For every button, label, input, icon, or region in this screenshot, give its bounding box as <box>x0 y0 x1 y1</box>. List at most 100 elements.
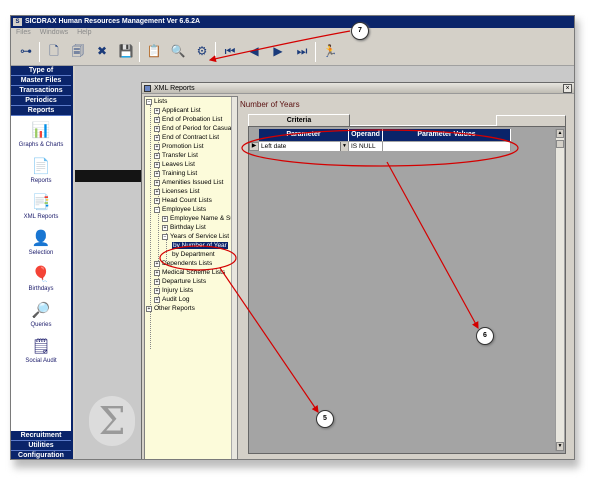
first-icon[interactable]: ⏮ <box>221 42 239 60</box>
nav-item-label: Selection <box>28 250 54 256</box>
sigma-logo: Σ <box>89 396 135 446</box>
tree-node-lists[interactable]: − Lists <box>146 97 167 106</box>
nav-xml-reports[interactable]: 📑 XML Reports <box>11 192 71 228</box>
xml-reports-window: XML Reports × − Lists + Applicant List + En… <box>141 82 574 459</box>
close-icon[interactable]: × <box>563 84 572 93</box>
nav-configuration[interactable]: Configuration <box>11 451 71 459</box>
report-icon: 📄 <box>31 158 51 175</box>
tree-node[interactable]: + End of Probation List <box>154 115 222 124</box>
tree-scrollbar[interactable] <box>231 97 237 459</box>
selection-icon: 👤 <box>31 230 51 247</box>
nav-type-of[interactable]: Type of <box>11 66 71 76</box>
scroll-down-icon[interactable]: ▼ <box>556 442 564 451</box>
save-icon[interactable]: 💾 <box>117 42 135 60</box>
table-row[interactable]: Left date ▼ IS NULL <box>259 142 511 151</box>
callout-6: 6 <box>476 327 494 345</box>
toolbar-separator <box>39 42 40 62</box>
app-s-icon: S <box>13 18 22 26</box>
chart-icon: 📊 <box>31 122 51 139</box>
nav-queries[interactable]: 🔎 Queries <box>11 300 71 336</box>
nav-recruitment[interactable]: Recruitment <box>11 431 71 441</box>
tree-node[interactable]: + End of Period for Casual I <box>154 124 236 133</box>
preview-icon[interactable]: 🔍 <box>169 42 187 60</box>
tree-node[interactable]: + Injury Lists <box>154 286 193 295</box>
tree-node-other-reports[interactable]: + Other Reports <box>146 304 195 313</box>
tree-icon[interactable]: ⊶ <box>17 42 35 60</box>
menu-help[interactable]: Help <box>77 29 91 36</box>
tree-node[interactable]: + Audit Log <box>154 295 189 304</box>
tree-node[interactable]: + Dependents Lists <box>154 259 212 268</box>
report-header: Number of Years <box>240 100 300 109</box>
tree-node-by-number-of-years[interactable]: by Number of Year <box>172 241 228 250</box>
app-window: S SICDRAX Human Resources Management Ver… <box>10 15 575 460</box>
window-title: SICDRAX Human Resources Management Ver 6… <box>25 18 201 25</box>
tab-criteria[interactable]: Criteria <box>248 114 350 126</box>
nav-master-files[interactable]: Master Files <box>11 76 71 86</box>
tree-node[interactable]: + Head Count Lists <box>154 196 212 205</box>
nav-item-label: Reports <box>30 178 52 184</box>
parameter-value: Left date <box>261 143 287 150</box>
tree-node[interactable]: + Departure Lists <box>154 277 206 286</box>
run-icon[interactable]: 🏃 <box>321 42 339 60</box>
operand-cell[interactable]: IS NULL <box>349 142 383 151</box>
link-icon[interactable]: ⚙ <box>193 42 211 60</box>
nav-bottom-group: Recruitment Utilities Configuration <box>11 431 71 459</box>
nav-social-audit[interactable]: 🗒 Social Audit <box>11 336 71 372</box>
tree-node[interactable]: + Birthday List <box>162 223 206 232</box>
toolbar-separator <box>139 42 140 62</box>
tree-node[interactable]: + Employee Name & Sur <box>162 214 236 223</box>
toolbar: ⊶ 🗋 🗐 ✖ 💾 📋 🔍 ⚙ ⏮ ◀ ▶ ⏭ 🏃 <box>11 38 574 66</box>
nav-selection[interactable]: 👤 Selection <box>11 228 71 264</box>
xml-window-titlebar: XML Reports × <box>142 83 574 94</box>
prev-icon[interactable]: ◀ <box>245 42 263 60</box>
tree-node[interactable]: + Medical Scheme Lists <box>154 268 225 277</box>
delete-icon[interactable]: ✖ <box>93 42 111 60</box>
xml-icon: 📑 <box>31 194 51 211</box>
menu-files[interactable]: Files <box>16 29 31 36</box>
tree-node[interactable]: + Leaves List <box>154 160 195 169</box>
nav-reports-item[interactable]: 📄 Reports <box>11 156 71 192</box>
nav-reports[interactable]: Reports <box>11 106 71 116</box>
menu-bar: Files Windows Help <box>11 28 574 38</box>
tree-node[interactable]: + Applicant List <box>154 106 201 115</box>
document-icon[interactable]: 🗋 <box>45 42 63 60</box>
parameter-select[interactable]: Left date ▼ <box>259 142 349 151</box>
chevron-down-icon[interactable]: ▼ <box>340 142 348 151</box>
last-icon[interactable]: ⏭ <box>293 42 311 60</box>
grid-scrollbar[interactable]: ▲ ▼ <box>555 129 564 451</box>
menu-windows[interactable]: Windows <box>40 29 68 36</box>
tree-node[interactable]: + Promotion List <box>154 142 204 151</box>
tree-node-by-department[interactable]: by Department <box>172 250 215 259</box>
scroll-up-icon[interactable]: ▲ <box>556 129 564 138</box>
nav-item-label: Graphs & Charts <box>18 142 64 148</box>
nav-item-label: XML Reports <box>23 214 59 220</box>
tree-node[interactable]: + Training List <box>154 169 197 178</box>
report-icon[interactable]: 📋 <box>145 42 163 60</box>
tree-node-years-of-service[interactable]: − Years of Service List <box>162 232 229 241</box>
tree-node[interactable]: + End of Contract List <box>154 133 219 142</box>
nav-utilities[interactable]: Utilities <box>11 441 71 451</box>
parameter-values-cell[interactable] <box>383 142 511 151</box>
tree-node-employee-lists[interactable]: − Employee Lists <box>154 205 206 214</box>
tree-node[interactable]: + Licenses List <box>154 187 200 196</box>
nav-transactions[interactable]: Transactions <box>11 86 71 96</box>
tree-node[interactable]: + Amenities Issued List <box>154 178 223 187</box>
nav-periodics[interactable]: Periodics <box>11 96 71 106</box>
row-indicator-icon[interactable]: ▶ <box>249 142 259 151</box>
nav-graphs-charts[interactable]: 📊 Graphs & Charts <box>11 120 71 156</box>
query-icon: 🔎 <box>31 302 51 319</box>
next-icon[interactable]: ▶ <box>269 42 287 60</box>
tree-node[interactable]: + Transfer List <box>154 151 198 160</box>
grid-header-parameter[interactable]: Parameter <box>259 129 349 141</box>
grid-header-operand[interactable]: Operand <box>349 129 383 141</box>
copy-icon[interactable]: 🗐 <box>69 42 87 60</box>
left-navigation: Type of Master Files Transactions Period… <box>11 66 73 459</box>
audit-icon: 🗒 <box>31 338 51 355</box>
toolbar-separator <box>315 42 316 62</box>
nav-item-label: Birthdays <box>28 286 54 292</box>
nav-birthdays[interactable]: 🎈 Birthdays <box>11 264 71 300</box>
tab-blank[interactable] <box>496 115 566 126</box>
criteria-grid: Parameter Operand Parameter Values ▶ Lef… <box>248 126 566 454</box>
grid-header-parameter-values[interactable]: Parameter Values <box>383 129 511 141</box>
scroll-thumb[interactable] <box>556 140 564 148</box>
